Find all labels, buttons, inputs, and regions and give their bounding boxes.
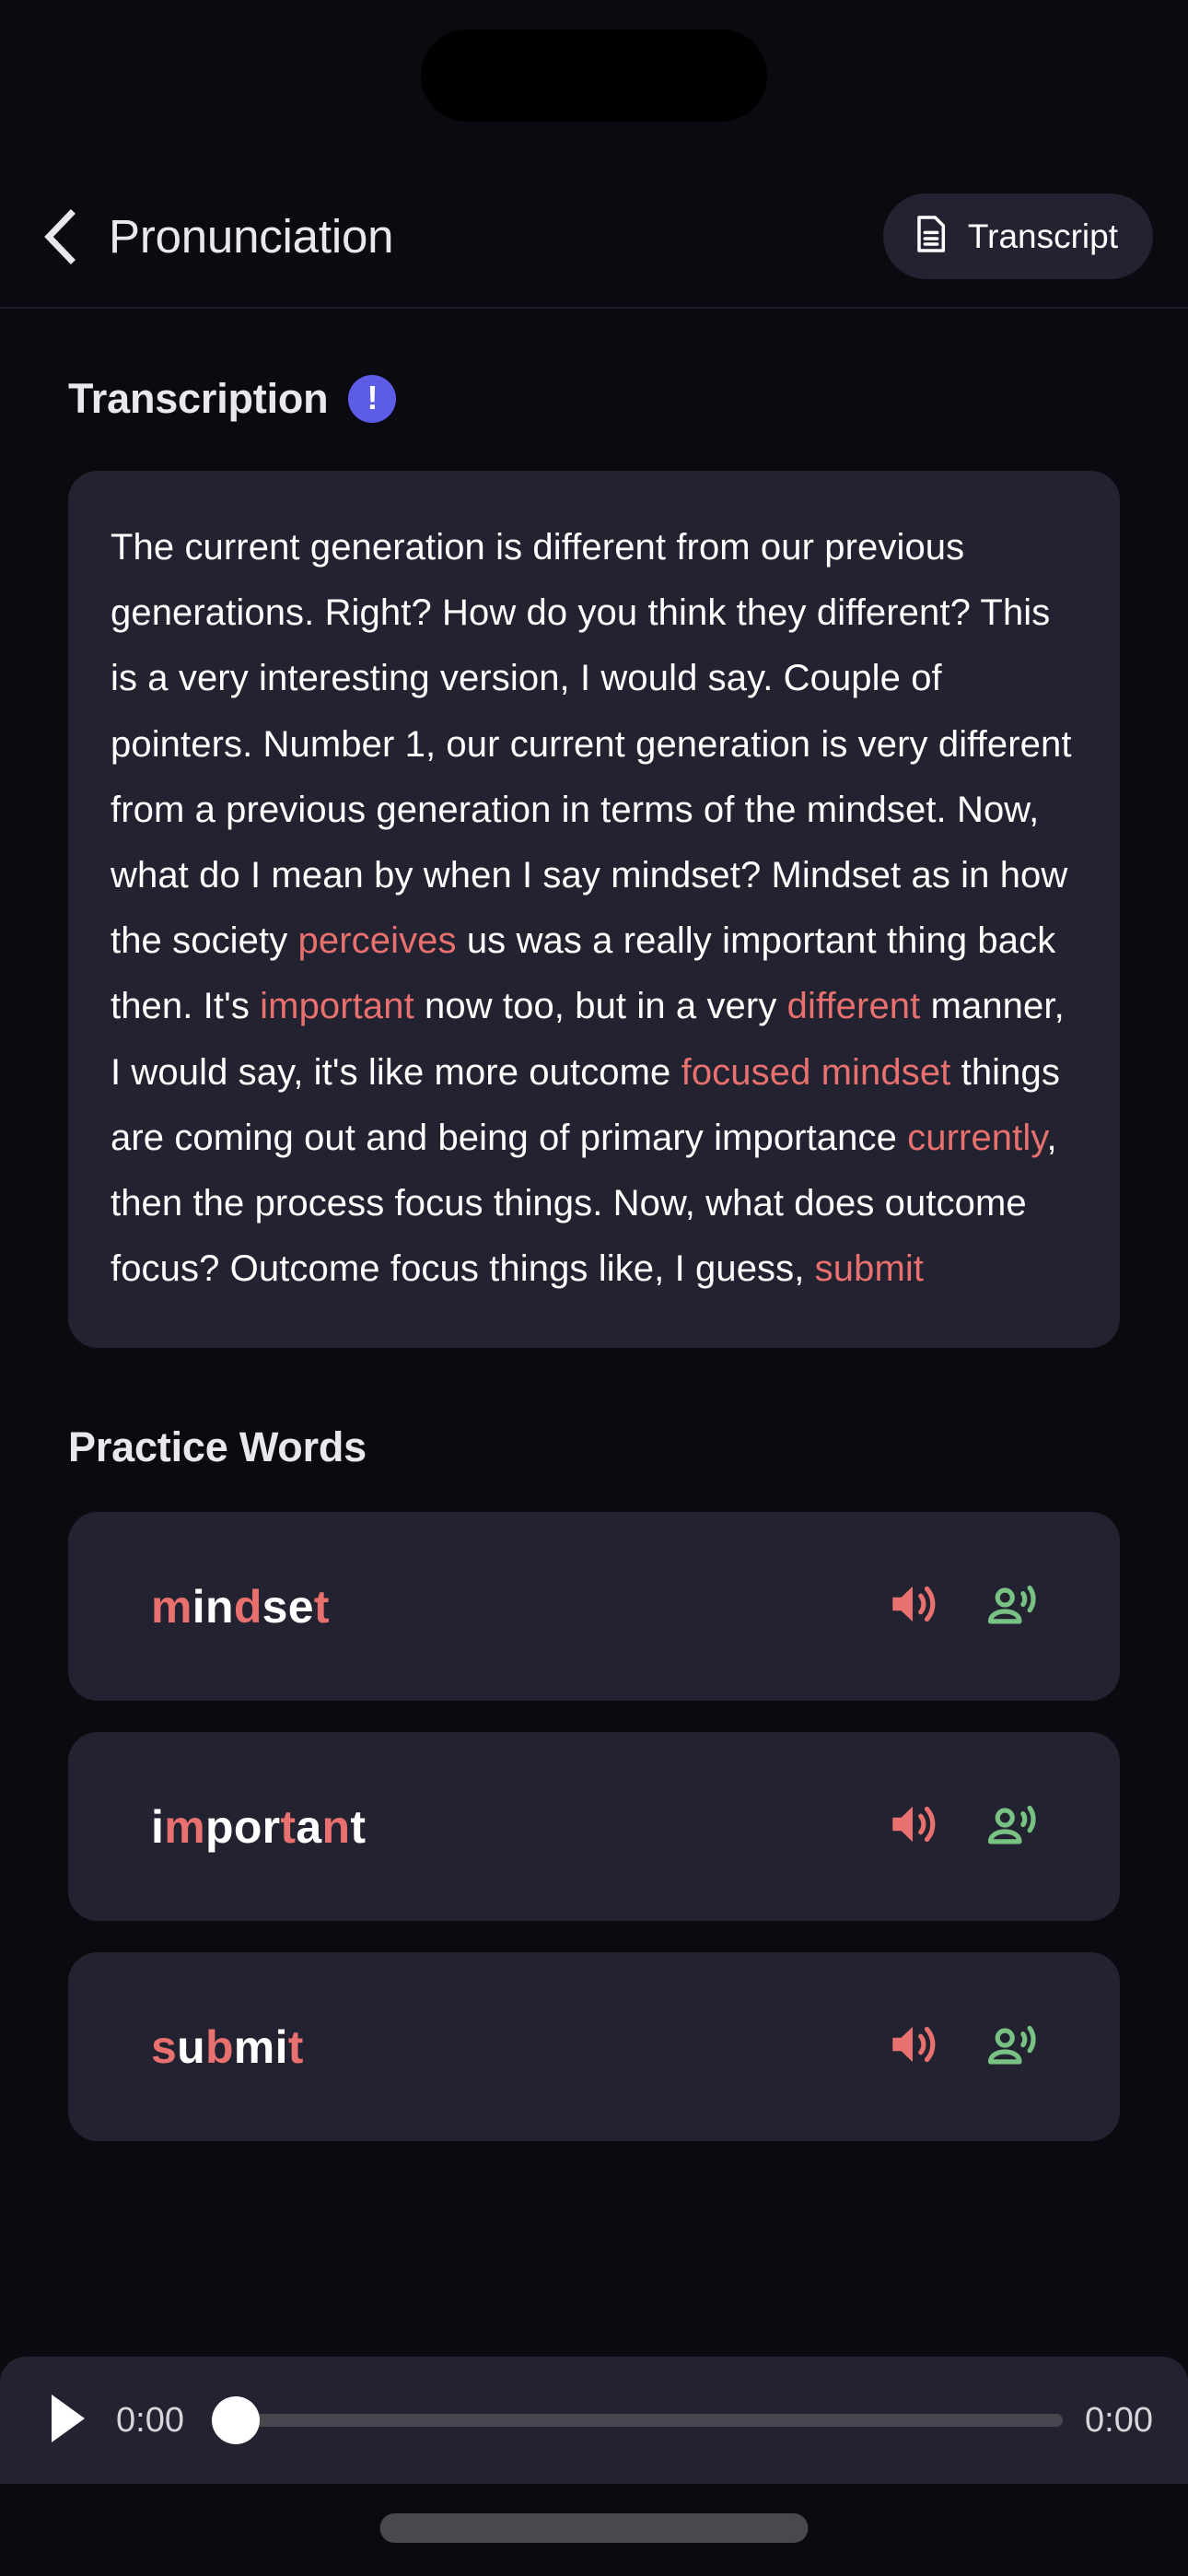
transcription-highlight-word[interactable]: submit: [815, 1248, 924, 1289]
record-button[interactable]: [973, 1567, 1052, 1646]
practice-word-text: important: [151, 1800, 366, 1854]
transcript-button[interactable]: Transcript: [882, 193, 1153, 279]
transcription-title: Transcription: [68, 375, 329, 422]
transcript-button-label: Transcript: [967, 217, 1118, 255]
chevron-left-icon: [40, 208, 80, 265]
speaker-icon: [884, 1796, 941, 1857]
record-button[interactable]: [973, 1787, 1052, 1867]
total-time-label: 0:00: [1085, 2400, 1153, 2440]
practice-word-card[interactable]: mindset: [68, 1512, 1120, 1702]
record-voice-over-icon: [984, 2016, 1041, 2078]
record-button[interactable]: [973, 2008, 1052, 2087]
practice-word-text: mindset: [151, 1580, 330, 1633]
practice-word-char: s: [262, 1580, 288, 1633]
navigation-bar: Pronunciation Transcript: [0, 166, 1188, 309]
practice-words-list: mindset important submit: [68, 1512, 1120, 2142]
practice-word-char: u: [177, 2020, 205, 2073]
transcription-plain-text: now too, but in a very: [413, 986, 787, 1027]
progress-thumb[interactable]: [211, 2396, 260, 2444]
speaker-icon: [884, 2016, 941, 2078]
phone-screen: Pronunciation Transcript Transcription !…: [0, 0, 1188, 2576]
transcription-highlight-word[interactable]: currently: [907, 1118, 1046, 1158]
speaker-icon: [884, 1575, 941, 1637]
info-badge[interactable]: !: [348, 375, 397, 423]
listen-button[interactable]: [873, 1787, 952, 1867]
practice-word-text: submit: [151, 2020, 304, 2074]
play-button[interactable]: [35, 2388, 99, 2453]
practice-word-card[interactable]: submit: [68, 1952, 1120, 2142]
transcription-header: Transcription !: [68, 375, 1120, 423]
practice-word-char: t: [313, 1580, 330, 1633]
practice-words-title: Practice Words: [68, 1423, 367, 1471]
transcription-highlight-word[interactable]: focused mindset: [681, 1052, 951, 1093]
practice-word-char: i: [192, 1580, 205, 1633]
dynamic-island: [421, 29, 767, 122]
practice-word-char: b: [204, 2020, 234, 2073]
practice-word-char: d: [233, 1580, 262, 1633]
main-content: Transcription ! The current generation i…: [0, 375, 1188, 2142]
transcription-text: The current generation is different from…: [111, 515, 1077, 1302]
practice-word-char: t: [350, 1800, 367, 1853]
practice-word-char: m: [164, 1800, 205, 1853]
practice-word-card[interactable]: important: [68, 1732, 1120, 1922]
practice-word-char: n: [321, 1800, 351, 1853]
practice-word-char: t: [280, 1800, 297, 1853]
practice-word-char: e: [287, 1580, 314, 1633]
progress-slider[interactable]: [211, 2388, 1064, 2453]
progress-track: [244, 2414, 1064, 2427]
audio-player-bar: 0:00 0:00: [0, 2357, 1188, 2484]
practice-word-char: m: [233, 2020, 275, 2073]
listen-button[interactable]: [873, 1567, 952, 1646]
document-icon: [913, 214, 949, 259]
practice-word-char: m: [151, 1580, 192, 1633]
practice-word-char: i: [274, 2020, 288, 2073]
listen-button[interactable]: [873, 2008, 952, 2087]
transcription-card: The current generation is different from…: [68, 471, 1120, 1349]
transcription-highlight-word[interactable]: perceives: [298, 920, 457, 961]
record-voice-over-icon: [984, 1796, 1041, 1857]
transcription-highlight-word[interactable]: different: [787, 986, 921, 1026]
practice-word-char: p: [204, 1800, 234, 1853]
home-indicator: [379, 2513, 809, 2543]
status-bar: [0, 0, 1188, 166]
practice-word-char: n: [204, 1580, 234, 1633]
practice-word-char: o: [233, 1800, 262, 1853]
play-icon: [46, 2392, 88, 2450]
practice-word-char: i: [151, 1800, 165, 1853]
back-button[interactable]: [31, 208, 88, 265]
practice-word-char: r: [262, 1800, 281, 1853]
practice-word-char: t: [287, 2020, 304, 2073]
practice-word-char: a: [296, 1800, 322, 1853]
page-title: Pronunciation: [109, 210, 394, 263]
transcription-plain-text: The current generation is different from…: [111, 527, 1072, 962]
current-time-label: 0:00: [116, 2400, 184, 2440]
transcription-highlight-word[interactable]: important: [260, 986, 414, 1026]
record-voice-over-icon: [984, 1575, 1041, 1637]
practice-word-char: s: [151, 2020, 178, 2073]
